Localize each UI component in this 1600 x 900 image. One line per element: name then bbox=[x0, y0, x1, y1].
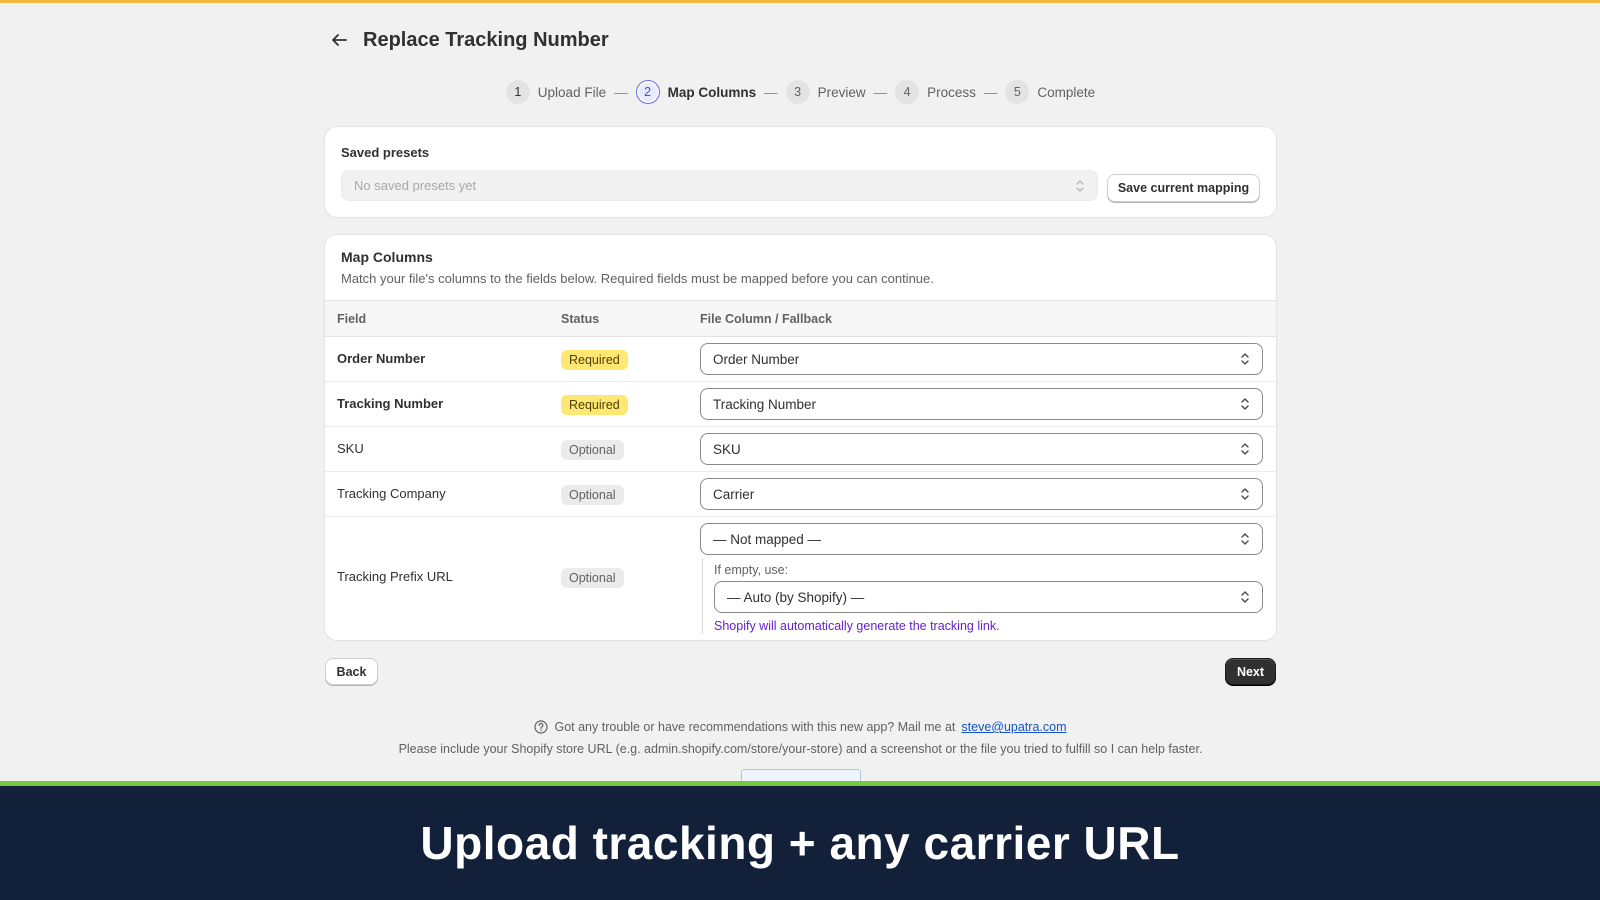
fallback-hint: Shopify will automatically generate the … bbox=[714, 619, 1000, 633]
column-select-tracking-prefix-url[interactable]: — Not mapped — bbox=[700, 523, 1263, 555]
header-status: Status bbox=[561, 312, 600, 326]
preset-select[interactable]: No saved presets yet bbox=[341, 170, 1098, 201]
status-badge: Required bbox=[561, 350, 628, 370]
preset-placeholder: No saved presets yet bbox=[354, 178, 477, 193]
help-text: Got any trouble or have recommendations … bbox=[554, 720, 956, 734]
select-value: Carrier bbox=[713, 486, 755, 502]
fallback-label: If empty, use: bbox=[714, 563, 789, 577]
status-badge: Optional bbox=[561, 568, 624, 588]
select-value: Tracking Number bbox=[713, 396, 817, 412]
select-value: Order Number bbox=[713, 351, 800, 367]
step-number: 3 bbox=[785, 80, 810, 104]
back-button[interactable]: Back bbox=[325, 658, 378, 685]
table-header: Field Status File Column / Fallback bbox=[325, 300, 1276, 337]
table-row: Tracking Company Optional Carrier bbox=[325, 472, 1276, 517]
step-label: Process bbox=[927, 84, 976, 100]
fallback-select[interactable]: — Auto (by Shopify) — bbox=[714, 581, 1263, 613]
chevron-up-down-icon bbox=[1241, 488, 1249, 500]
back-arrow-icon[interactable] bbox=[325, 26, 353, 54]
top-accent-bar bbox=[0, 0, 1600, 3]
chevron-up-down-icon bbox=[1241, 591, 1249, 603]
step-label: Map Columns bbox=[667, 84, 757, 100]
next-button[interactable]: Next bbox=[1225, 658, 1276, 685]
field-name: Order Number bbox=[337, 351, 426, 366]
support-email-link[interactable]: steve@upatra.com bbox=[961, 720, 1066, 734]
step-upload-file: 1 Upload File bbox=[505, 80, 607, 104]
fallback-divider bbox=[702, 558, 703, 634]
select-value: — Not mapped — bbox=[713, 531, 822, 547]
step-number: 2 bbox=[635, 80, 660, 104]
saved-presets-title: Saved presets bbox=[341, 145, 430, 160]
step-process: 4 Process bbox=[895, 80, 976, 104]
step-label: Complete bbox=[1037, 84, 1096, 100]
save-current-mapping-button[interactable]: Save current mapping bbox=[1107, 174, 1260, 202]
table-row: SKU Optional SKU bbox=[325, 427, 1276, 472]
help-line: Got any trouble or have recommendations … bbox=[325, 720, 1276, 734]
field-name: Tracking Prefix URL bbox=[337, 569, 453, 584]
field-name: Tracking Number bbox=[337, 396, 444, 411]
field-name: Tracking Company bbox=[337, 486, 446, 501]
map-columns-title: Map Columns bbox=[341, 249, 433, 265]
page-title: Replace Tracking Number bbox=[363, 28, 609, 51]
step-separator: — bbox=[614, 84, 628, 100]
title-row: Replace Tracking Number bbox=[325, 26, 609, 54]
select-value: — Auto (by Shopify) — bbox=[727, 589, 865, 605]
step-number: 1 bbox=[505, 80, 530, 104]
table-row: Order Number Required Order Number bbox=[325, 337, 1276, 382]
help-instructions: Please include your Shopify store URL (e… bbox=[398, 742, 1203, 756]
column-select-tracking-company[interactable]: Carrier bbox=[700, 478, 1263, 510]
map-columns-card: Map Columns Match your file's columns to… bbox=[325, 235, 1276, 640]
chevron-up-down-icon bbox=[1241, 443, 1249, 455]
select-value: SKU bbox=[713, 441, 741, 457]
step-map-columns: 2 Map Columns bbox=[635, 80, 757, 104]
step-number: 5 bbox=[1005, 80, 1030, 104]
promo-banner: Upload tracking + any carrier URL bbox=[0, 781, 1600, 900]
step-label: Upload File bbox=[537, 84, 607, 100]
status-badge: Required bbox=[561, 395, 628, 415]
step-number: 4 bbox=[895, 80, 920, 104]
question-circle-icon bbox=[534, 720, 549, 734]
chevron-up-down-icon bbox=[1241, 353, 1249, 365]
table-row: Tracking Number Required Tracking Number bbox=[325, 382, 1276, 427]
step-label: Preview bbox=[817, 84, 866, 100]
map-columns-subtitle: Match your file's columns to the fields … bbox=[341, 271, 934, 286]
column-select-sku[interactable]: SKU bbox=[700, 433, 1263, 465]
saved-presets-card: Saved presets No saved presets yet Save … bbox=[325, 127, 1276, 217]
chevron-up-down-icon bbox=[1241, 398, 1249, 410]
header-field: Field bbox=[337, 312, 367, 326]
banner-text: Upload tracking + any carrier URL bbox=[420, 817, 1180, 869]
step-separator: — bbox=[764, 84, 778, 100]
chevron-up-down-icon bbox=[1076, 179, 1084, 192]
column-select-tracking-number[interactable]: Tracking Number bbox=[700, 388, 1263, 420]
step-separator: — bbox=[873, 84, 888, 100]
step-separator: — bbox=[983, 84, 998, 100]
status-badge: Optional bbox=[561, 440, 624, 460]
help-footer: Got any trouble or have recommendations … bbox=[325, 720, 1276, 756]
field-name: SKU bbox=[337, 441, 364, 456]
step-preview: 3 Preview bbox=[785, 80, 866, 104]
mapping-table: Field Status File Column / Fallback Orde… bbox=[325, 300, 1276, 638]
stepper: 1 Upload File — 2 Map Columns — 3 Previe… bbox=[325, 80, 1276, 104]
header-file-column: File Column / Fallback bbox=[700, 312, 832, 326]
status-badge: Optional bbox=[561, 485, 624, 505]
step-complete: 5 Complete bbox=[1005, 80, 1095, 104]
column-select-order-number[interactable]: Order Number bbox=[700, 343, 1263, 375]
chevron-up-down-icon bbox=[1241, 533, 1249, 545]
table-row: Tracking Prefix URL Optional — Not mappe… bbox=[325, 517, 1276, 638]
